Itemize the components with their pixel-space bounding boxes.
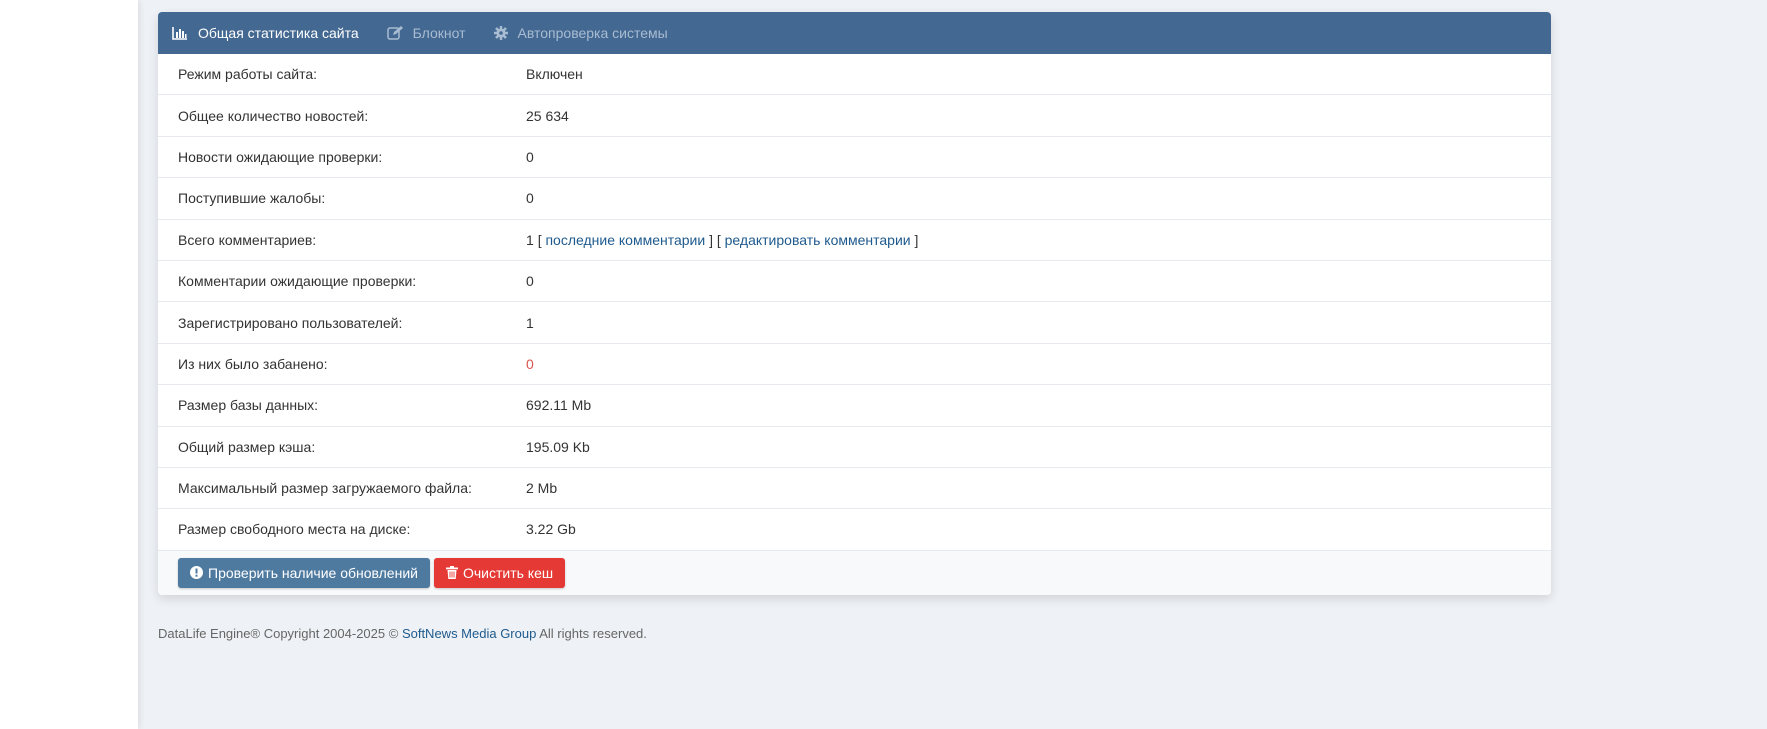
stat-label: Новости ожидающие проверки:	[178, 148, 383, 165]
stat-label: Зарегистрировано пользователей:	[178, 314, 403, 331]
stat-value: 25 634	[526, 107, 569, 124]
gear-icon	[493, 26, 508, 40]
stat-row: Размер свободного места на диске: 3.22 Gb	[158, 509, 1551, 551]
softnews-link[interactable]: SoftNews Media Group	[402, 626, 536, 641]
button-label: Очистить кеш	[462, 564, 554, 581]
copyright-suffix: All rights reserved.	[539, 626, 647, 641]
tab-label: Блокнот	[412, 25, 466, 41]
bar-chart-icon	[172, 27, 187, 40]
stat-label: Режим работы сайта:	[178, 66, 318, 83]
stat-row: Размер базы данных: 692.11 Mb	[158, 385, 1551, 427]
stat-label: Комментарии ожидающие проверки:	[178, 273, 417, 290]
tab-label: Автопроверка системы	[517, 25, 668, 41]
tab-site-stats[interactable]: Общая статистика сайта	[172, 25, 359, 41]
stat-value: 0	[526, 273, 534, 290]
stat-label: Максимальный размер загружаемого файла:	[178, 480, 472, 497]
trash-icon	[445, 566, 458, 580]
stat-row: Новости ожидающие проверки: 0	[158, 137, 1551, 179]
button-label: Проверить наличие обновлений	[208, 564, 418, 581]
stat-row: Комментарии ожидающие проверки: 0	[158, 261, 1551, 303]
stat-label: Общий размер кэша:	[178, 438, 316, 455]
sidebar	[0, 0, 138, 729]
edit-comments-link[interactable]: редактировать комментарии	[725, 232, 911, 248]
stat-value: Включен	[526, 66, 583, 83]
stat-label: Из них было забанено:	[178, 355, 328, 372]
stat-value: 0	[526, 190, 534, 207]
panel-tabs: Общая статистика сайта Блокнот Автопрове…	[158, 12, 1551, 54]
stat-value: 3.22 Gb	[526, 521, 576, 538]
stat-value: 1	[526, 314, 534, 331]
stat-row: Поступившие жалобы: 0	[158, 178, 1551, 220]
tab-label: Общая статистика сайта	[198, 25, 359, 41]
stat-value: 1 [ последние комментарии ] [ редактиров…	[526, 232, 918, 248]
stat-row: Зарегистрировано пользователей: 1	[158, 302, 1551, 344]
stat-row: Общее количество новостей: 25 634	[158, 95, 1551, 137]
stat-value: 0	[526, 148, 534, 165]
stat-label: Размер базы данных:	[178, 397, 319, 414]
stat-value: 2 Mb	[526, 480, 558, 497]
edit-icon	[386, 26, 403, 40]
stats-panel: Общая статистика сайта Блокнот Автопрове…	[158, 12, 1551, 595]
stat-value: 195.09 Kb	[526, 438, 590, 455]
copyright-text: DataLife Engine® Copyright 2004-2025 ©	[158, 626, 399, 641]
stat-value: 0	[526, 355, 534, 372]
panel-footer: Проверить наличие обновлений Очистить ке…	[158, 550, 1551, 595]
bracket: [	[537, 231, 542, 248]
stat-label: Поступившие жалобы:	[178, 190, 326, 207]
stat-row: Из них было забанено: 0	[158, 344, 1551, 386]
stat-label: Размер свободного места на диске:	[178, 521, 411, 538]
exclamation-circle-icon	[190, 566, 203, 580]
tab-autocheck[interactable]: Автопроверка системы	[493, 25, 668, 41]
stat-row: Общий размер кэша: 195.09 Kb	[158, 427, 1551, 468]
bracket: [	[716, 231, 721, 248]
latest-comments-link[interactable]: последние комментарии	[545, 232, 705, 248]
stat-row: Максимальный размер загружаемого файла: 2…	[158, 468, 1551, 510]
comments-count: 1	[526, 231, 534, 248]
copyright: DataLife Engine® Copyright 2004-2025 © S…	[158, 626, 647, 641]
stat-value: 692.11 Mb	[526, 397, 592, 414]
stat-label: Всего комментариев:	[178, 231, 317, 248]
stat-row: Режим работы сайта: Включен	[158, 54, 1551, 96]
stat-label: Общее количество новостей:	[178, 107, 369, 124]
tab-notepad[interactable]: Блокнот	[386, 25, 466, 41]
bracket: ]	[914, 231, 919, 248]
check-updates-button[interactable]: Проверить наличие обновлений	[178, 557, 430, 588]
clear-cache-button[interactable]: Очистить кеш	[433, 557, 566, 588]
stat-row: Всего комментариев: 1 [ последние коммен…	[158, 220, 1551, 261]
bracket: ]	[709, 231, 713, 248]
